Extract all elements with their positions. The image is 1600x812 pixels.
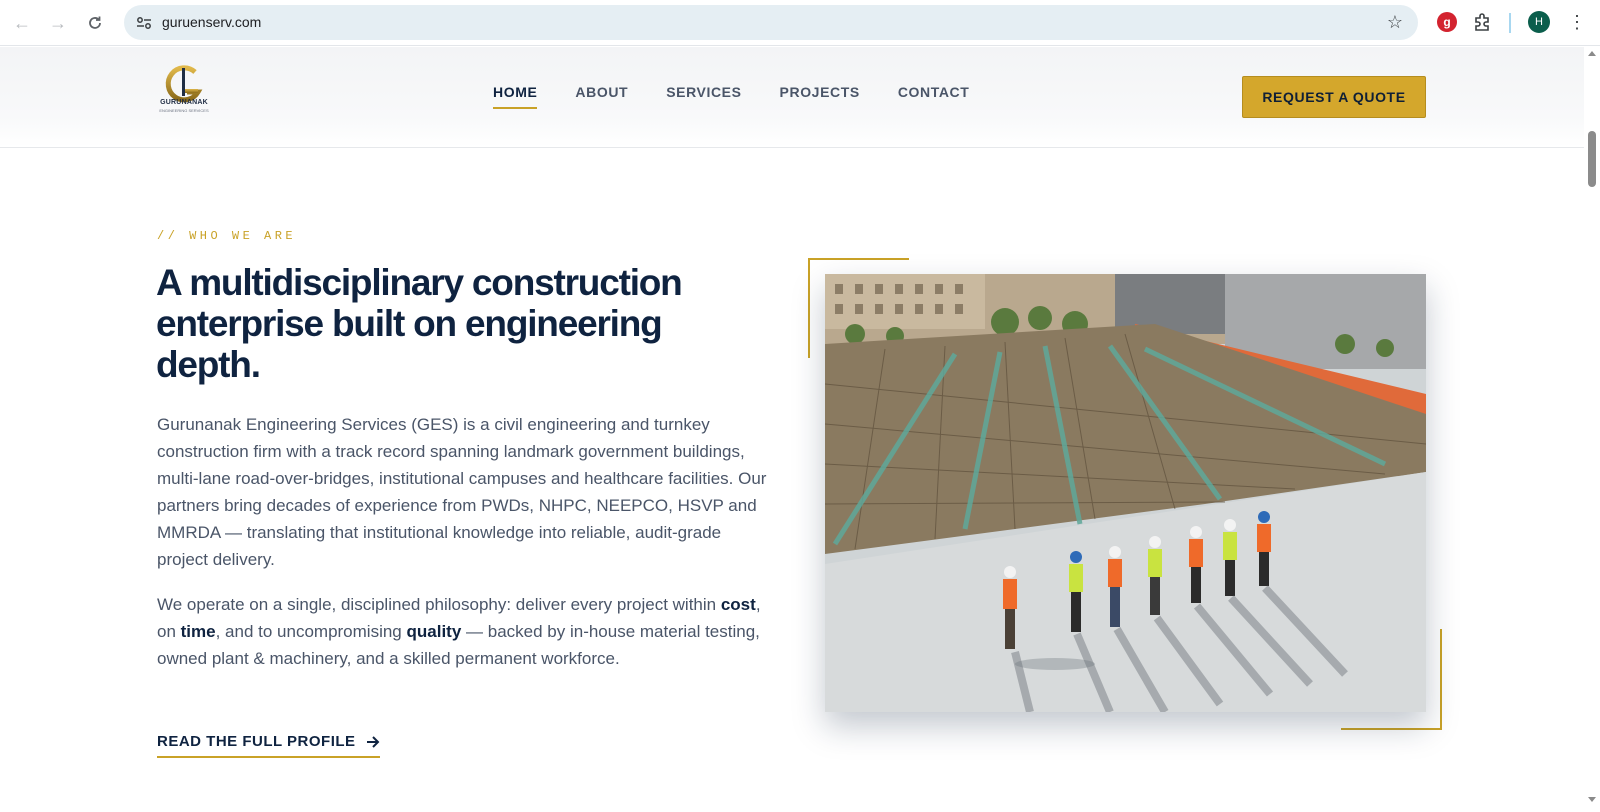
emphasis-cost: cost [720,595,756,614]
profile-avatar[interactable]: H [1528,11,1550,33]
request-quote-button[interactable]: REQUEST A QUOTE [1242,76,1426,118]
scroll-down-arrow-icon[interactable] [1588,797,1596,802]
section-headline: A multidisciplinary construction enterpr… [156,262,683,385]
construction-site-photo [825,274,1426,712]
forward-arrow-icon[interactable]: → [45,10,71,36]
back-arrow-icon[interactable]: ← [9,10,35,36]
nav-about[interactable]: ABOUT [575,84,628,106]
section-eyebrow: // WHO WE ARE [157,229,297,243]
reload-icon[interactable] [82,10,108,36]
philosophy-paragraph: We operate on a single, disciplined phil… [157,595,761,668]
browser-menu-icon[interactable]: ⋮ [1568,10,1586,36]
emphasis-time: time [180,622,216,641]
logo-wordmark: GURUNANAK [160,99,208,106]
bookmark-star-icon[interactable]: ☆ [1384,11,1406,33]
site-header: GURUNANAK ENGINEERING SERVICES HOME ABOU… [0,47,1584,148]
site-settings-icon[interactable] [134,13,154,33]
nav-services[interactable]: SERVICES [666,84,741,106]
scroll-thumb[interactable] [1588,131,1596,187]
read-full-profile-link[interactable]: READ THE FULL PROFILE [157,733,380,758]
logo-tagline: ENGINEERING SERVICES [159,108,209,113]
emphasis-quality: quality [406,622,462,641]
address-bar[interactable]: guruenserv.com ☆ [124,5,1418,40]
nav-home[interactable]: HOME [493,84,538,109]
grammarly-extension-icon[interactable]: g [1437,12,1457,32]
extensions-puzzle-icon[interactable] [1472,11,1494,33]
arrow-right-icon [366,735,379,748]
main-navigation: HOME ABOUT SERVICES PROJECTS CONTACT [493,84,1007,109]
browser-toolbar: ← → guruenserv.com ☆ g H ⋮ [0,0,1600,46]
url-text[interactable]: guruenserv.com [162,14,261,30]
nav-contact[interactable]: CONTACT [898,84,970,106]
page-scrollbar[interactable] [1584,47,1600,812]
read-full-profile-label: READ THE FULL PROFILE [157,733,356,750]
toolbar-separator [1509,13,1511,33]
nav-projects[interactable]: PROJECTS [780,84,860,106]
intro-paragraph: Gurunanak Engineering Services (GES) is … [157,415,767,569]
scroll-up-arrow-icon[interactable] [1588,51,1596,56]
